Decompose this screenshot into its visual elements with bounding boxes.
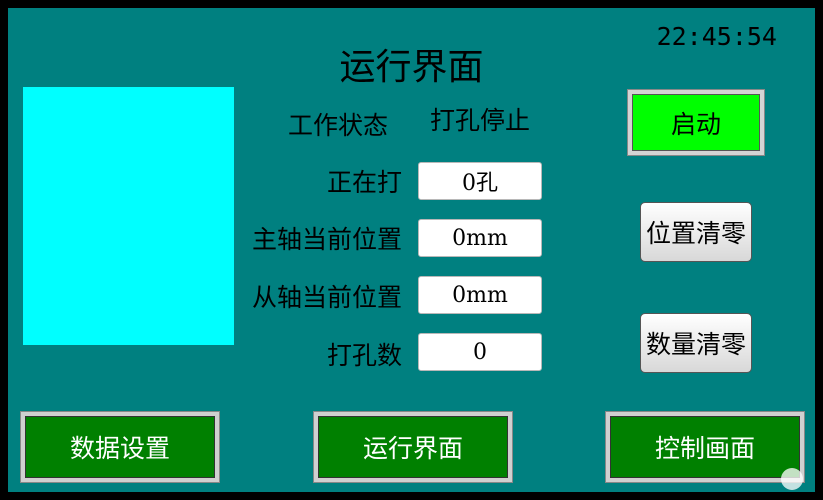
hole-count-field[interactable]: 0 xyxy=(418,333,542,371)
watermark xyxy=(781,468,803,490)
watermark-logo-icon xyxy=(781,468,803,490)
hole-count-label: 打孔数 xyxy=(326,341,402,370)
nav-run-screen-label: 运行界面 xyxy=(318,416,508,478)
nav-control-screen-button[interactable]: 控制画面 xyxy=(605,411,805,483)
main-axis-position-label: 主轴当前位置 xyxy=(251,225,402,254)
nav-control-screen-label: 控制画面 xyxy=(610,416,800,478)
work-status-label: 工作状态 xyxy=(288,111,389,140)
current-hole-label: 正在打 xyxy=(326,168,402,197)
nav-data-settings-label: 数据设置 xyxy=(25,416,215,478)
start-button-label: 启动 xyxy=(632,94,760,151)
clock: 22:45:54 xyxy=(656,22,777,51)
work-status-value: 打孔停止 xyxy=(430,106,531,135)
reset-count-button[interactable]: 数量清零 xyxy=(640,313,752,373)
reset-position-button[interactable]: 位置清零 xyxy=(640,202,752,262)
start-button[interactable]: 启动 xyxy=(627,89,765,156)
secondary-axis-position-label: 从轴当前位置 xyxy=(251,283,402,312)
secondary-axis-position-field[interactable]: 0mm xyxy=(418,276,542,314)
nav-data-settings-button[interactable]: 数据设置 xyxy=(20,411,220,483)
display-panel xyxy=(23,87,234,345)
hmi-screen: 运行界面 22:45:54 工作状态 打孔停止 正在打 0孔 主轴当前位置 0m… xyxy=(8,8,815,492)
main-axis-position-field[interactable]: 0mm xyxy=(418,219,542,257)
current-hole-field[interactable]: 0孔 xyxy=(418,162,542,200)
nav-run-screen-button[interactable]: 运行界面 xyxy=(313,411,513,483)
